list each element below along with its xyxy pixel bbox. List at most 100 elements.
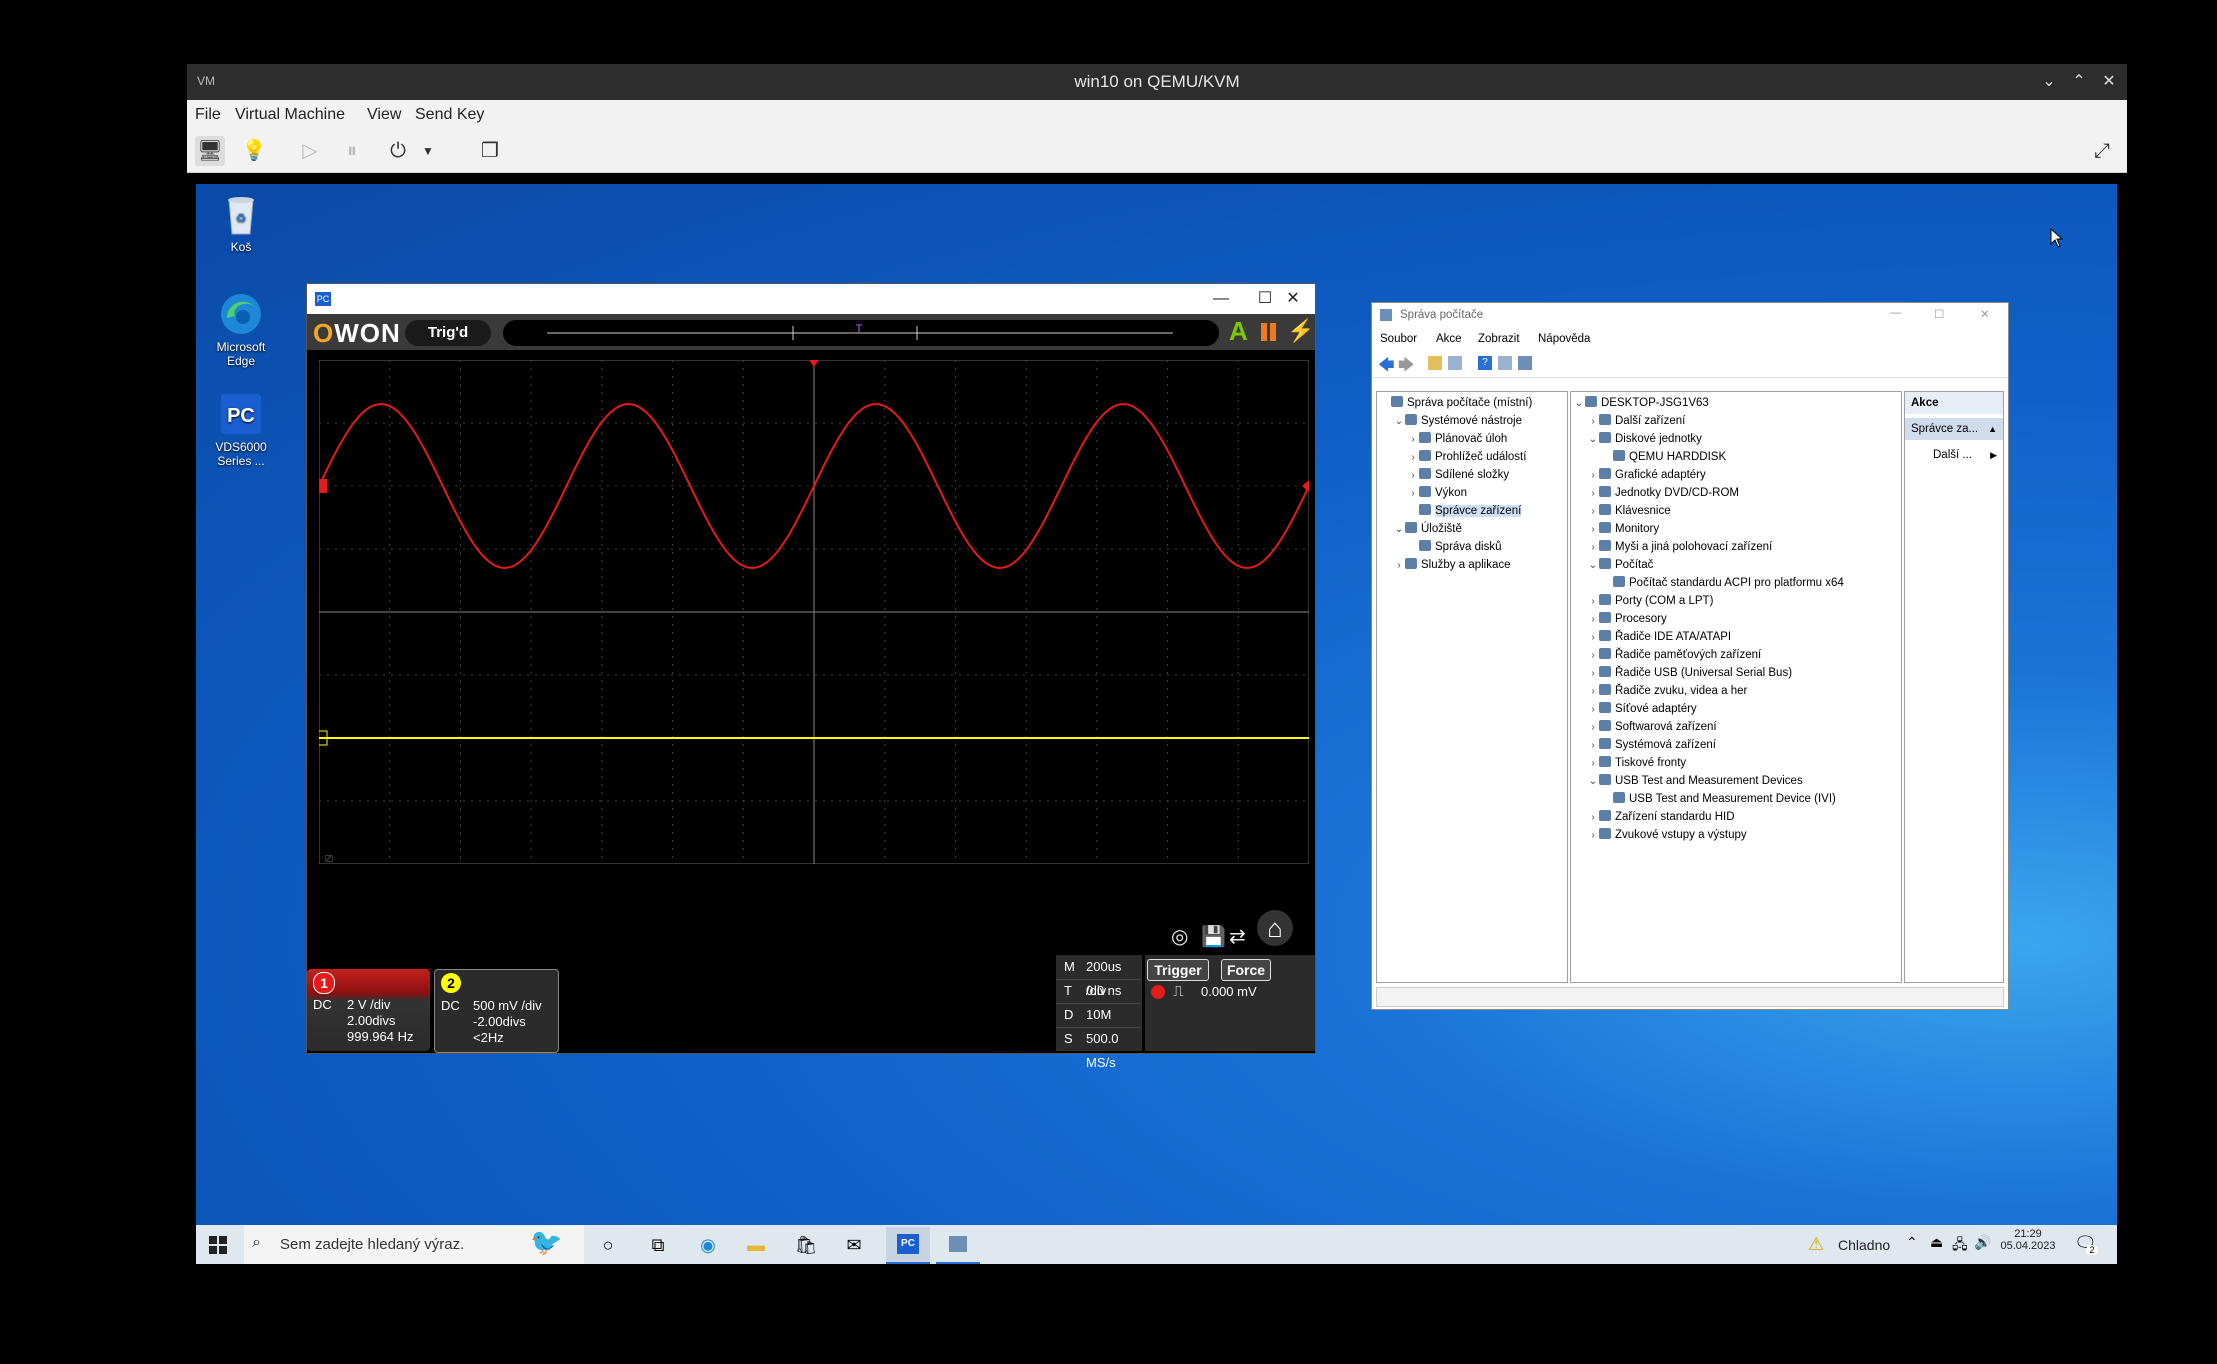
weather-text[interactable]: Chladno [1838,1237,1890,1253]
nav-row[interactable]: › Plánovač úloh [1379,430,1567,448]
collapsed-chevron-icon[interactable]: › [1587,665,1599,683]
cm-maximize-button[interactable]: ☐ [1934,307,1944,321]
collapsed-chevron-icon[interactable]: › [1587,413,1599,431]
nav-row[interactable]: ⌄ Systémové nástroje [1379,412,1567,430]
channel-1-panel[interactable]: 1 DC 2 V /div 2.00divs 999.964 Hz [307,969,430,1051]
device-row[interactable]: › Jednotky DVD/CD-ROM [1573,484,1901,502]
collapsed-chevron-icon[interactable]: › [1407,449,1419,467]
collapsed-chevron-icon[interactable]: › [1587,521,1599,539]
collapsed-chevron-icon[interactable]: › [1587,611,1599,629]
tray-usb-icon[interactable]: ⏏ [1930,1234,1943,1251]
back-icon[interactable]: 🡄 [1378,354,1395,381]
collapsed-chevron-icon[interactable]: › [1407,431,1419,449]
device-row[interactable]: › Procesory [1573,610,1901,628]
pause-icon[interactable]: ⏸ [337,136,367,166]
collapsed-chevron-icon[interactable]: › [1587,503,1599,521]
desktop-icon-recycle-bin[interactable]: ♻ Koš [206,192,276,254]
computer-management-taskbar-item[interactable] [936,1227,980,1264]
edge-taskbar-icon[interactable]: ◉ [696,1233,720,1257]
expanded-chevron-icon[interactable]: ⌄ [1573,395,1585,413]
collapsed-chevron-icon[interactable]: › [1587,485,1599,503]
host-maximize-button[interactable]: ⌃ [2067,70,2091,94]
store-icon[interactable]: 🛍 [794,1233,818,1257]
device-row[interactable]: ⌄ Počítač [1573,556,1901,574]
cortana-icon[interactable]: ○ [596,1233,620,1257]
device-row[interactable]: › Řadiče USB (Universal Serial Bus) [1573,664,1901,682]
device-row[interactable]: QEMU HARDDISK [1573,448,1901,466]
power-icon[interactable]: ⏻ [383,136,413,166]
collapsed-chevron-icon[interactable]: › [1587,755,1599,773]
properties-icon[interactable] [1498,356,1512,370]
collapsed-chevron-icon[interactable]: › [1587,539,1599,557]
collapsed-chevron-icon[interactable]: › [1587,809,1599,827]
device-row[interactable]: › Klávesnice [1573,502,1901,520]
device-row[interactable]: › Grafické adaptéry [1573,466,1901,484]
search-box[interactable]: ⌕ Sem zadejte hledaný výraz. 🐦 [244,1225,584,1264]
device-row[interactable]: › Softwarová zařízení [1573,718,1901,736]
trigger-button[interactable]: Trigger [1147,959,1209,981]
cm-menu-napoveda[interactable]: Nápověda [1538,333,1590,345]
console-view-icon[interactable]: 🖥 [195,136,225,166]
collapsed-chevron-icon[interactable]: › [1587,683,1599,701]
collapsed-chevron-icon[interactable]: › [1587,467,1599,485]
nav-row[interactable]: › Výkon [1379,484,1567,502]
collapsed-chevron-icon[interactable]: › [1587,647,1599,665]
host-close-button[interactable]: ✕ [2097,70,2121,94]
menu-file[interactable]: File [195,106,221,124]
show-hide-tree-icon[interactable] [1448,356,1462,370]
up-folder-icon[interactable] [1428,356,1442,370]
nav-row[interactable]: Správa počítače (místní) [1379,394,1567,412]
nav-row[interactable]: Správa disků [1379,538,1567,556]
collapsed-chevron-icon[interactable]: › [1587,629,1599,647]
save-icon[interactable]: 💾 [1201,924,1226,949]
home-icon[interactable]: ⌂ [1257,910,1293,946]
volume-icon[interactable]: 🔊 [1974,1234,1991,1251]
cm-menu-zobrazit[interactable]: Zobrazit [1478,333,1520,345]
desktop-icon-edge[interactable]: Microsoft Edge [206,292,276,368]
tray-expand-icon[interactable]: ⌃ [1906,1234,1918,1251]
device-row[interactable]: › Řadiče IDE ATA/ATAPI [1573,628,1901,646]
power-flash-icon[interactable]: ⚡ [1287,318,1314,344]
collapsed-chevron-icon[interactable]: › [1587,593,1599,611]
collapsed-chevron-icon[interactable]: › [1587,827,1599,845]
device-row[interactable]: › Zařízení standardu HID [1573,808,1901,826]
forward-icon[interactable]: 🡆 [1398,354,1415,381]
task-view-icon[interactable]: ⧉ [646,1233,670,1257]
auto-icon[interactable]: A [1229,316,1248,347]
cm-close-button[interactable]: ✕ [1980,307,1990,321]
nav-row[interactable]: ⌄ Úložiště [1379,520,1567,538]
device-row[interactable]: ⌄ USB Test and Measurement Devices [1573,772,1901,790]
oscilloscope-taskbar-item[interactable]: PC [886,1227,930,1264]
osc-close-button[interactable]: ✕ [1273,287,1313,311]
measure-icon[interactable]: ◎ [1171,924,1188,949]
device-row[interactable]: › Řadiče zvuku, videa a her [1573,682,1901,700]
network-icon[interactable]: 🖧 [1952,1234,1968,1258]
osc-minimize-button[interactable]: — [1201,287,1241,311]
start-button-icon[interactable] [206,1233,230,1257]
device-row[interactable]: ⌄ DESKTOP-JSG1V63 [1573,394,1901,412]
snapshots-icon[interactable]: ❐ [475,136,505,166]
desktop-icon-vds6000[interactable]: PC VDS6000 Series ... [206,392,276,468]
menu-view[interactable]: View [367,106,401,124]
power-dropdown-icon[interactable]: ▼ [413,136,443,166]
cm-menu-akce[interactable]: Akce [1436,333,1462,345]
expanded-chevron-icon[interactable]: ⌄ [1587,773,1599,791]
collapsed-chevron-icon[interactable]: › [1407,467,1419,485]
device-row[interactable]: › Monitory [1573,520,1901,538]
device-row[interactable]: › Síťové adaptéry [1573,700,1901,718]
run-icon[interactable]: ▷ [295,136,325,166]
expanded-chevron-icon[interactable]: ⌄ [1587,557,1599,575]
host-minimize-button[interactable]: ⌄ [2037,70,2061,94]
device-row[interactable]: Počítač standardu ACPI pro platformu x64 [1573,574,1901,592]
collapsed-chevron-icon[interactable]: › [1393,557,1405,575]
expanded-chevron-icon[interactable]: ⌄ [1393,413,1405,431]
expanded-chevron-icon[interactable]: ⌄ [1393,521,1405,539]
actions-selected-item[interactable]: Správce za... ▲ [1905,418,2003,440]
channel-2-panel[interactable]: 2 DC 500 mV /div -2.00divs <2Hz [434,969,559,1053]
fullscreen-icon[interactable]: ⤢ [2087,136,2117,166]
collapsed-chevron-icon[interactable]: › [1587,701,1599,719]
collapsed-chevron-icon[interactable]: › [1587,719,1599,737]
cm-menu-soubor[interactable]: Soubor [1380,333,1417,345]
cm-minimize-button[interactable]: — [1890,307,1902,319]
nav-row[interactable]: › Sdílené složky [1379,466,1567,484]
